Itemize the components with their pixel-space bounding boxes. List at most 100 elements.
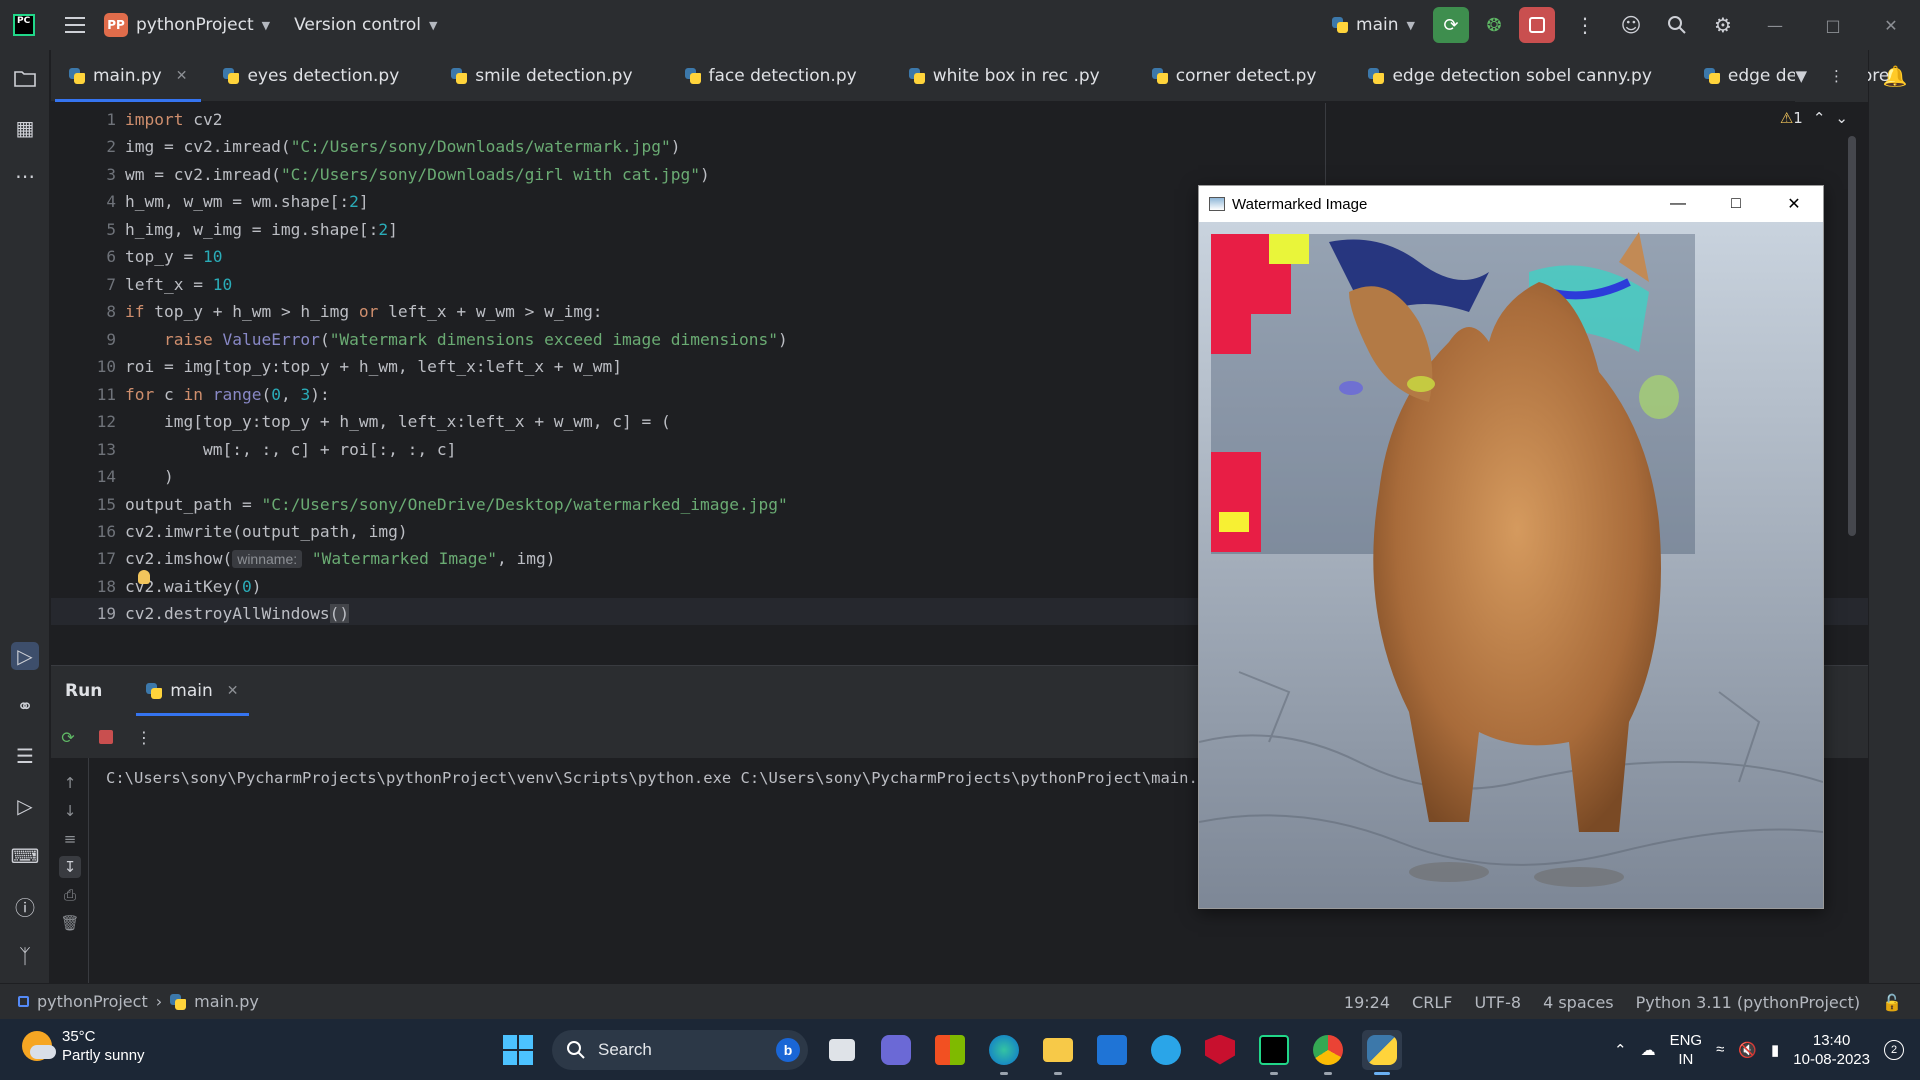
editor-scrollbar[interactable] [1848, 136, 1856, 536]
scroll-to-end-icon[interactable]: ↧ [59, 856, 81, 878]
tab-more-icon[interactable]: ⋮ [1829, 67, 1844, 85]
file-encoding[interactable]: UTF-8 [1474, 993, 1521, 1012]
services-icon[interactable]: ▷ [11, 792, 39, 820]
scroll-down-icon[interactable]: ↓ [59, 800, 81, 822]
maximize-icon[interactable]: □ [1707, 186, 1765, 222]
minimize-icon[interactable]: — [1746, 0, 1804, 50]
tab-face-detection[interactable]: face detection.py [651, 50, 875, 102]
stop-button[interactable] [1519, 7, 1555, 43]
mcafee-icon[interactable] [1200, 1030, 1240, 1070]
chevron-down-icon: ▼ [261, 18, 271, 32]
pycharm-taskbar-icon[interactable] [1254, 1030, 1294, 1075]
structure-icon[interactable]: ▦ [11, 114, 39, 142]
next-highlight-icon[interactable]: ⌄ [1835, 109, 1848, 127]
terminal-icon[interactable]: ⌨ [11, 842, 40, 870]
line-number: 1 [106, 110, 116, 129]
close-icon[interactable]: ✕ [1862, 0, 1920, 50]
tab-corner-detect[interactable]: corner detect.py [1118, 50, 1335, 102]
wifi-icon[interactable]: ≈ [1716, 1041, 1724, 1058]
version-control-menu[interactable]: Version control ▼ [294, 15, 437, 35]
code-line: cv2.destroyAllWindows() [125, 604, 350, 623]
code-line: output_path = "C:/Users/sony/OneDrive/De… [125, 495, 788, 514]
python-packages-icon[interactable]: ☰ [11, 742, 39, 770]
close-tab-icon[interactable]: ✕ [176, 68, 188, 84]
chrome-icon[interactable] [1308, 1030, 1348, 1075]
maximize-icon[interactable]: □ [1804, 0, 1862, 50]
weather-widget[interactable]: 35°C Partly sunny [22, 1027, 145, 1065]
indent-setting[interactable]: 4 spaces [1543, 993, 1614, 1012]
console-output[interactable]: C:\Users\sony\PycharmProjects\pythonProj… [106, 766, 1246, 790]
python-interpreter[interactable]: Python 3.11 (pythonProject) [1636, 993, 1860, 1012]
language-indicator[interactable]: ENG IN [1670, 1031, 1703, 1069]
close-icon[interactable]: ✕ [1765, 186, 1823, 222]
tab-eyes-detection[interactable]: eyes detection.py [205, 50, 417, 102]
rerun-button[interactable]: ⟳ [1433, 7, 1469, 43]
python-app-icon[interactable] [1362, 1029, 1402, 1075]
help-icon[interactable] [1146, 1030, 1186, 1070]
line-separator[interactable]: CRLF [1412, 993, 1452, 1012]
read-only-lock-icon[interactable]: 🔓 [1882, 993, 1902, 1012]
battery-icon[interactable]: ▮ [1771, 1041, 1779, 1059]
line-number: 15 [96, 495, 116, 514]
breadcrumb-project[interactable]: pythonProject [37, 992, 148, 1011]
print-icon[interactable]: ⎙ [59, 884, 81, 906]
run-more-icon[interactable]: ⋮ [133, 726, 155, 748]
tab-white-box[interactable]: white box in rec .py [875, 50, 1118, 102]
add-user-icon[interactable]: ☺ [1608, 0, 1654, 50]
project-selector[interactable]: PP pythonProject ▼ [104, 13, 270, 37]
code-line: left_x = 10 [125, 275, 233, 294]
code-line: img[top_y:top_y + h_wm, left_x:left_x + … [163, 412, 671, 431]
cv-window-titlebar[interactable]: Watermarked Image — □ ✕ [1199, 186, 1823, 222]
breadcrumb-file[interactable]: main.py [194, 992, 259, 1011]
intention-bulb-icon[interactable] [138, 570, 150, 584]
microsoft-store-icon[interactable] [930, 1030, 970, 1070]
show-hidden-icons-chevron[interactable]: ⌃ [1614, 1041, 1627, 1059]
taskbar-search[interactable]: Search b [552, 1029, 808, 1070]
settings-gear-icon[interactable]: ⚙ [1700, 0, 1746, 50]
volume-muted-icon[interactable]: 🔇 [1738, 1041, 1757, 1059]
run-config-selector[interactable]: main ▼ [1332, 15, 1415, 35]
task-view-icon[interactable] [822, 1030, 862, 1070]
start-windows-icon[interactable] [498, 1030, 538, 1070]
run-tool-icon[interactable]: ▷ [11, 642, 39, 670]
rerun-icon[interactable]: ⟳ [57, 726, 79, 748]
onedrive-cloud-icon[interactable]: ☁ [1641, 1041, 1656, 1059]
notification-count[interactable]: 2 [1884, 1039, 1904, 1060]
prev-highlight-icon[interactable]: ⌃ [1813, 109, 1826, 127]
stop-run-button[interactable] [95, 726, 117, 748]
edge-browser-icon[interactable] [984, 1030, 1024, 1075]
clock[interactable]: 13:40 10-08-2023 [1793, 1031, 1870, 1069]
tab-edge-detection-pre[interactable]: edge detection pre [1670, 50, 1907, 102]
minimize-icon[interactable]: — [1649, 186, 1707, 222]
python-console-icon[interactable]: ⚭ [11, 692, 39, 720]
close-run-tab-icon[interactable]: ✕ [227, 683, 239, 699]
myhp-icon[interactable] [1092, 1030, 1132, 1070]
watermarked-image-window[interactable]: Watermarked Image — □ ✕ [1198, 185, 1824, 909]
run-tab-main[interactable]: main ✕ [136, 666, 249, 716]
more-tools-icon[interactable]: ⋯ [11, 162, 39, 190]
file-explorer-icon[interactable] [1038, 1030, 1078, 1075]
tab-main-py[interactable]: main.py ✕ [51, 50, 205, 102]
scroll-up-icon[interactable]: ↑ [59, 772, 81, 794]
soft-wrap-icon[interactable]: ≡ [59, 828, 81, 850]
main-menu-icon[interactable] [65, 17, 85, 33]
project-folder-icon[interactable] [11, 64, 39, 92]
line-number: 11 [96, 385, 116, 404]
inspection-widget[interactable]: ⚠1 ⌃ ⌄ [1780, 109, 1848, 127]
tab-list-chevron-icon[interactable]: ▼ [1795, 67, 1807, 85]
teams-chat-icon[interactable] [876, 1030, 916, 1070]
bing-icon[interactable]: b [776, 1037, 800, 1062]
tab-smile-detection[interactable]: smile detection.py [417, 50, 650, 102]
clear-all-trash-icon[interactable]: 🗑 [59, 912, 81, 934]
search-icon[interactable] [1654, 0, 1700, 50]
debug-button[interactable]: ❂ [1476, 7, 1512, 43]
git-icon[interactable]: ᛉ [11, 942, 39, 970]
line-number: 4 [106, 192, 116, 211]
more-actions-icon[interactable]: ⋮ [1562, 0, 1608, 50]
editor-tabs: main.py ✕ eyes detection.py smile detect… [51, 50, 1889, 102]
caret-position[interactable]: 19:24 [1344, 993, 1390, 1012]
tab-edge-detection-sobel[interactable]: edge detection sobel canny.py [1334, 50, 1669, 102]
line-number: 2 [106, 137, 116, 156]
problems-icon[interactable]: ⓘ [11, 892, 39, 920]
python-file-icon [1703, 67, 1720, 84]
